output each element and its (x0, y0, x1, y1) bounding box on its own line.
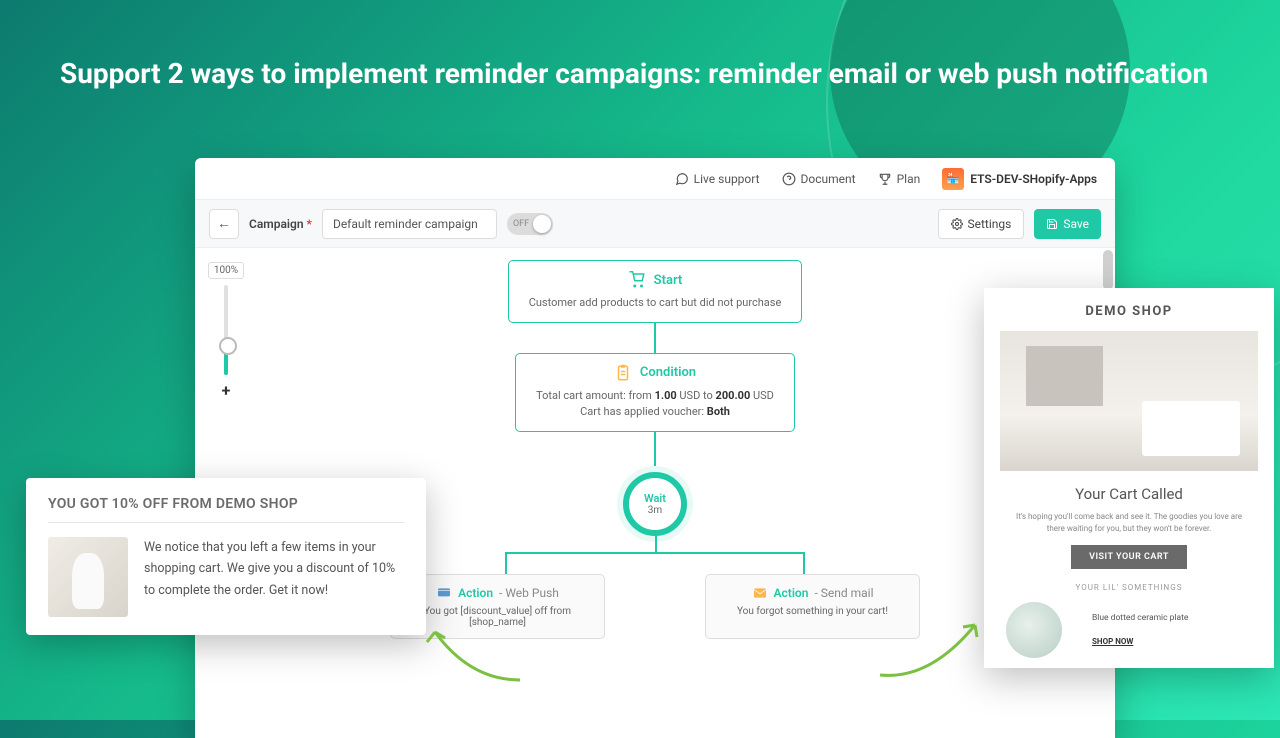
action-label: Action (458, 586, 493, 600)
campaign-name-input[interactable] (322, 209, 497, 239)
push-icon (436, 585, 452, 601)
connector (654, 432, 656, 472)
plan-label: Plan (897, 172, 921, 186)
trophy-icon (878, 172, 892, 186)
email-product-name: Blue dotted ceramic plate (1092, 613, 1252, 623)
toolbar: ← Campaign * OFF Settings Save (195, 200, 1115, 248)
live-support-label: Live support (694, 172, 760, 186)
email-paragraph: It's hoping you'll come back and see it.… (1000, 511, 1258, 535)
gear-icon (951, 218, 963, 230)
condition-body: Total cart amount: from 1.00 USD to 200.… (536, 388, 774, 421)
branch (455, 536, 855, 574)
page-headline: Support 2 ways to implement reminder cam… (60, 55, 1220, 93)
email-product: Blue dotted ceramic plate SHOP NOW (1000, 602, 1258, 658)
email-preview-card: DEMO SHOP Your Cart Called It's hoping y… (984, 288, 1274, 668)
wait-time: 3m (648, 505, 662, 516)
email-subheading: YOUR LIL' SOMETHINGS (1000, 583, 1258, 592)
flow: Start Customer add products to cart but … (390, 260, 920, 639)
start-subtitle: Customer add products to cart but did no… (529, 295, 782, 312)
toggle-label: OFF (513, 219, 529, 229)
user-menu[interactable]: 🏪 ETS-DEV-SHopify-Apps (942, 168, 1097, 190)
connector (654, 323, 656, 353)
email-product-link[interactable]: SHOP NOW (1092, 637, 1133, 646)
zoom-control: 100% + (211, 262, 241, 400)
wait-node[interactable]: Wait 3m (623, 472, 687, 536)
email-cta-button[interactable]: VISIT YOUR CART (1071, 545, 1187, 569)
start-node[interactable]: Start Customer add products to cart but … (508, 260, 803, 323)
email-heading: Your Cart Called (1000, 485, 1258, 503)
clipboard-icon (614, 364, 632, 382)
webpush-image (48, 537, 128, 617)
save-button[interactable]: Save (1034, 209, 1101, 239)
topbar: Live support Document Plan 🏪 ETS-DEV-SHo… (195, 158, 1115, 200)
zoom-in-button[interactable]: + (222, 381, 231, 400)
action-sendmail-node[interactable]: Action - Send mail You forgot something … (705, 574, 920, 639)
app-window: Live support Document Plan 🏪 ETS-DEV-SHo… (195, 158, 1115, 738)
campaign-field-label: Campaign * (249, 217, 312, 231)
webpush-body: We notice that you left a few items in y… (144, 537, 404, 617)
condition-node[interactable]: Condition Total cart amount: from 1.00 U… (515, 353, 795, 432)
zoom-slider[interactable] (224, 285, 228, 375)
live-support-link[interactable]: Live support (675, 172, 760, 186)
chat-icon (675, 172, 689, 186)
webpush-preview-card: YOU GOT 10% OFF FROM DEMO SHOP We notice… (26, 478, 426, 635)
settings-button[interactable]: Settings (938, 209, 1025, 239)
document-link[interactable]: Document (782, 172, 856, 186)
start-title: Start (654, 273, 683, 288)
back-button[interactable]: ← (209, 209, 239, 239)
avatar: 🏪 (942, 168, 964, 190)
webpush-title: YOU GOT 10% OFF FROM DEMO SHOP (48, 496, 404, 523)
document-label: Document (801, 172, 856, 186)
plan-link[interactable]: Plan (878, 172, 921, 186)
campaign-toggle[interactable]: OFF (507, 213, 553, 235)
help-icon (782, 172, 796, 186)
zoom-level: 100% (208, 262, 244, 279)
condition-title: Condition (640, 365, 696, 380)
action-label: Action (774, 586, 809, 600)
action-body: You forgot something in your cart! (724, 606, 901, 617)
save-icon (1046, 218, 1058, 230)
settings-label: Settings (968, 217, 1012, 231)
save-label: Save (1063, 217, 1089, 231)
email-hero-image (1000, 331, 1258, 471)
email-shop-name: DEMO SHOP (1000, 304, 1258, 319)
email-product-image (1006, 602, 1062, 658)
user-name: ETS-DEV-SHopify-Apps (970, 172, 1097, 186)
mail-icon (752, 585, 768, 601)
scrollbar[interactable] (1103, 250, 1113, 290)
cart-icon (628, 271, 646, 289)
action-body: You got [discount_value] off from [shop_… (409, 606, 586, 628)
wait-label: Wait (644, 492, 666, 505)
